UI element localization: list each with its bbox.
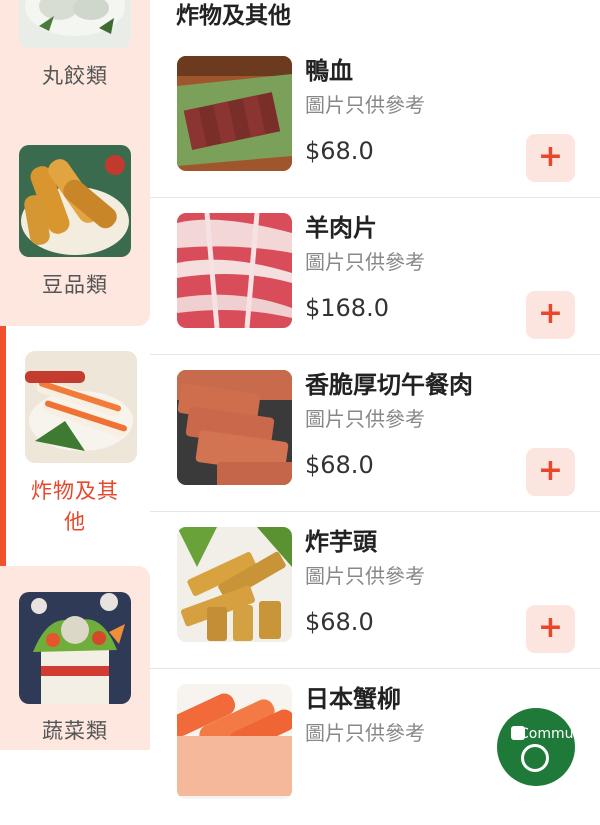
- plus-icon: +: [537, 610, 564, 645]
- chat-bubble-icon: [521, 744, 549, 772]
- item-price: $68.0: [305, 608, 374, 636]
- item-note: 圖片只供參考: [305, 250, 425, 274]
- add-to-cart-button[interactable]: +: [526, 134, 575, 182]
- fried-thumbnail: [25, 351, 137, 463]
- sidebar-item-label: 炸物及其他: [31, 479, 119, 534]
- list-item: 炸芋頭 圖片只供參考 $68.0 +: [150, 511, 600, 669]
- community-floating-button[interactable]: Commu: [497, 708, 575, 786]
- item-image: [177, 684, 292, 799]
- dumplings-thumbnail: [19, 0, 131, 48]
- vegetables-thumbnail: [19, 592, 131, 704]
- item-note: 圖片只供參考: [305, 564, 425, 588]
- add-to-cart-button[interactable]: +: [526, 291, 575, 339]
- item-note: 圖片只供參考: [305, 93, 425, 117]
- plus-icon: +: [537, 139, 564, 174]
- item-image: [177, 370, 292, 485]
- item-name: 日本蟹柳: [305, 685, 401, 713]
- sidebar-item-dumplings[interactable]: 丸餃類: [0, 0, 150, 120]
- list-item: 香脆厚切午餐肉 圖片只供參考 $68.0 +: [150, 354, 600, 512]
- sidebar-item-vegetables[interactable]: 蔬菜類: [0, 566, 150, 750]
- product-list: 炸物及其他 鴨血 圖片只供參考 $68.0 + 羊肉片 圖片只供參考 $168.…: [150, 0, 600, 799]
- item-image: [177, 213, 292, 328]
- item-note: 圖片只供參考: [305, 407, 425, 431]
- section-title: 炸物及其他: [176, 3, 291, 29]
- item-image: [177, 56, 292, 171]
- sidebar-item-label: 豆品類: [42, 273, 108, 297]
- item-price: $68.0: [305, 451, 374, 479]
- add-to-cart-button[interactable]: +: [526, 448, 575, 496]
- item-name: 香脆厚切午餐肉: [305, 371, 473, 399]
- category-sidebar: 丸餃類 豆品類 炸物及其他 蔬菜類: [0, 0, 150, 750]
- sidebar-item-fried[interactable]: 炸物及其他: [0, 326, 150, 566]
- add-to-cart-button[interactable]: +: [526, 605, 575, 653]
- list-item: 羊肉片 圖片只供參考 $168.0 +: [150, 197, 600, 355]
- item-note: 圖片只供參考: [305, 721, 425, 745]
- tofu-thumbnail: [19, 145, 131, 257]
- item-image: [177, 527, 292, 642]
- item-name: 羊肉片: [305, 214, 377, 242]
- sidebar-item-label: 蔬菜類: [42, 719, 108, 743]
- plus-icon: +: [537, 453, 564, 488]
- active-category-indicator: [0, 326, 6, 566]
- item-price: $68.0: [305, 137, 374, 165]
- item-name: 鴨血: [305, 57, 353, 85]
- plus-icon: +: [537, 296, 564, 331]
- item-name: 炸芋頭: [305, 528, 377, 556]
- fab-label: Commu: [519, 726, 574, 742]
- list-item: 鴨血 圖片只供參考 $68.0 +: [150, 40, 600, 198]
- sidebar-item-label: 丸餃類: [42, 64, 108, 88]
- item-price: $168.0: [305, 294, 389, 322]
- sidebar-item-tofu[interactable]: 豆品類: [0, 120, 150, 326]
